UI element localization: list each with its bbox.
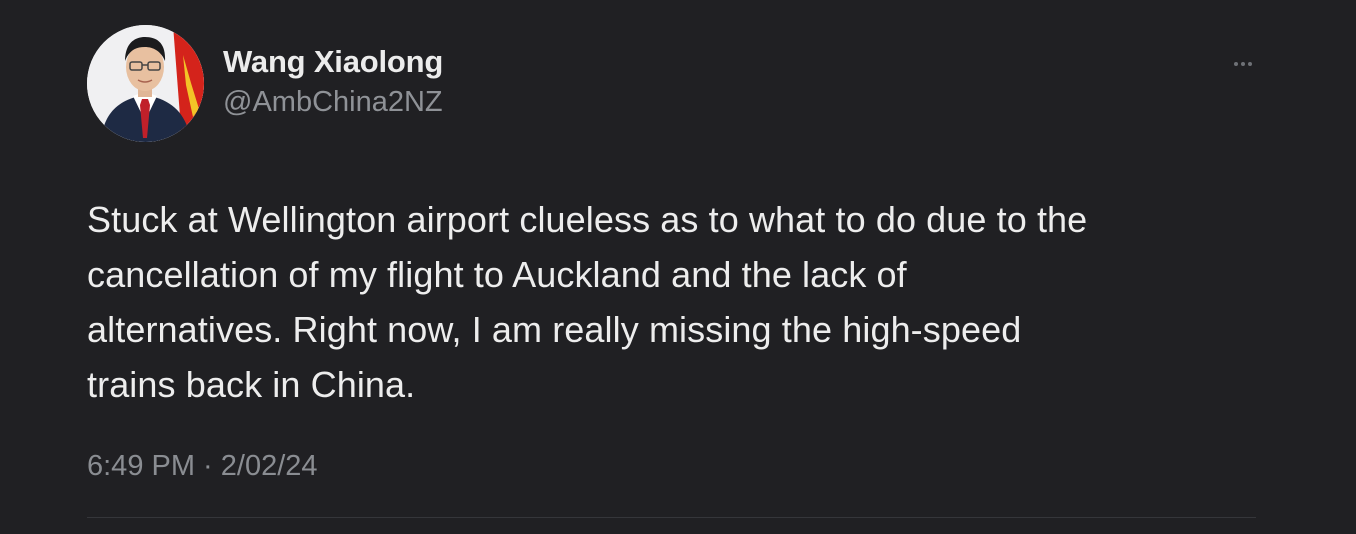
tweet-text-line: trains back in China. [87,364,416,405]
tweet-text: Stuck at Wellington airport clueless as … [87,192,1287,412]
avatar[interactable] [87,25,204,142]
tweet-text-line: Stuck at Wellington airport clueless as … [87,199,1088,240]
profile-photo [87,25,204,142]
tweet-text-line: alternatives. Right now, I am really mis… [87,309,1022,350]
more-dot [1248,62,1252,66]
author-handle[interactable]: @AmbChina2NZ [223,86,443,119]
tweet-text-line: cancellation of my flight to Auckland an… [87,254,907,295]
tweet-timestamp[interactable]: 6:49 PM · 2/02/24 [87,450,318,483]
more-dot [1241,62,1245,66]
tweet-card: Wang Xiaolong @AmbChina2NZ Stuck at Well… [0,0,1356,534]
more-options-icon[interactable] [1224,50,1262,78]
author-name[interactable]: Wang Xiaolong [223,44,443,80]
more-dot [1234,62,1238,66]
divider [87,517,1256,518]
